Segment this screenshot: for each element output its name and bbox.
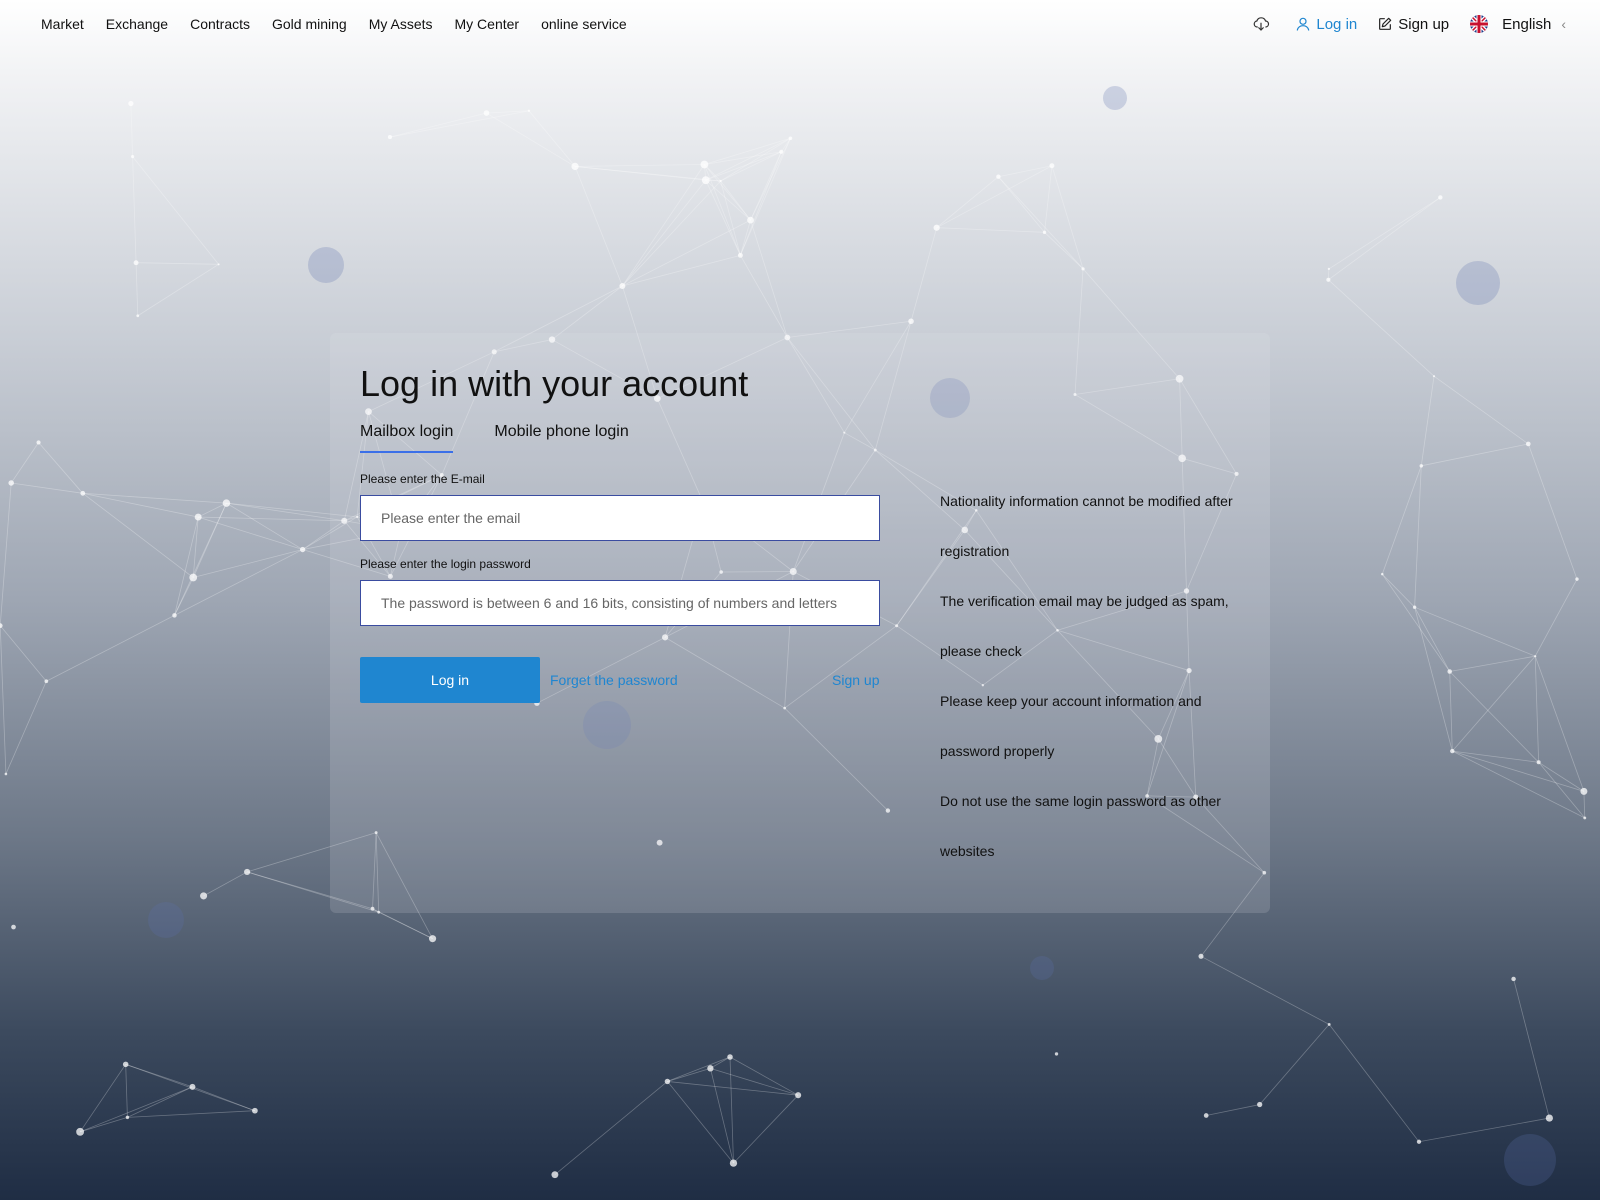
nav-item-gold-mining[interactable]: Gold mining [272,0,347,48]
language-label: English [1502,15,1552,33]
signup-link-label: Sign up [1398,15,1450,33]
chevron-left-icon: ‹ [1561,16,1566,32]
cloud-download-icon [1254,17,1270,31]
signup-link-form[interactable]: Sign up [832,672,879,688]
tab-mobile-phone-login[interactable]: Mobile phone login [494,423,628,453]
nav-item-exchange[interactable]: Exchange [106,0,168,48]
login-button[interactable]: Log in [360,657,540,703]
password-field[interactable] [360,580,880,626]
nav-menu: Market Exchange Contracts Gold mining My… [41,0,649,48]
signup-link[interactable]: Sign up [1377,16,1449,33]
forget-password-link[interactable]: Forget the password [550,672,678,688]
tip-text: Nationality information cannot be modifi… [940,493,1233,559]
email-field-label: Please enter the E-mail [360,472,485,486]
page-title: Log in with your account [360,363,749,404]
nav-item-online-service[interactable]: online service [541,0,627,48]
top-navigation: Market Exchange Contracts Gold mining My… [0,0,1600,48]
nav-item-my-center[interactable]: My Center [455,0,520,48]
nav-item-market[interactable]: Market [41,0,84,48]
tab-mailbox-login[interactable]: Mailbox login [360,423,454,453]
edit-icon [1379,17,1392,30]
tip-text: Please keep your account information and… [940,693,1202,759]
nav-actions: Log in Sign up English ‹ [1232,14,1566,34]
password-field-label: Please enter the login password [360,557,531,571]
tip-text: The verification email may be judged as … [940,593,1229,659]
download-button[interactable] [1252,15,1275,33]
login-tips: Nationality information cannot be modifi… [940,476,1240,876]
language-selector[interactable]: English ‹ [1469,14,1566,34]
email-field[interactable] [360,495,880,541]
login-link-label: Log in [1316,15,1358,33]
nav-item-my-assets[interactable]: My Assets [369,0,433,48]
tip-text: Do not use the same login password as ot… [940,793,1221,859]
nav-item-contracts[interactable]: Contracts [190,0,250,48]
login-link[interactable]: Log in [1295,16,1357,33]
uk-flag-icon [1470,15,1489,33]
login-tabs: Mailbox login Mobile phone login [360,423,670,453]
user-icon [1297,17,1310,31]
login-card: Log in with your account Mailbox login M… [330,333,1270,913]
